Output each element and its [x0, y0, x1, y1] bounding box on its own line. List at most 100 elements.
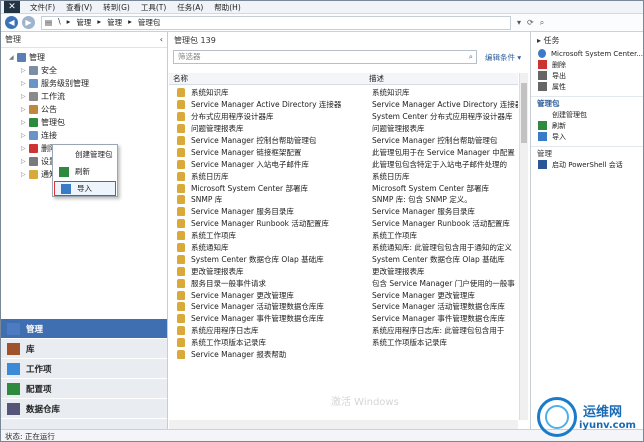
- wunderbar-button[interactable]: 配置项: [1, 379, 167, 399]
- context-menu-label: 导入: [77, 184, 92, 193]
- context-menu-item[interactable]: 创建管理包: [53, 147, 117, 162]
- table-row[interactable]: 系统工作项版本记录库 系统工作项版本记录库: [169, 337, 518, 349]
- expand-arrow-icon[interactable]: ◢: [9, 54, 17, 61]
- breadcrumb[interactable]: ▤ \ ▸ 管理 ▸ 管理 ▸ 管理包: [41, 15, 511, 30]
- row-name: 分布式应用程序设计器库: [191, 112, 274, 122]
- table-row[interactable]: Service Manager 入站电子邮件库 此管理包包含特定于入站电子邮件处理…: [169, 158, 518, 170]
- expand-arrow-icon[interactable]: ▷: [21, 106, 29, 113]
- context-menu-item[interactable]: 刷新: [53, 164, 117, 179]
- task-item[interactable]: 导出: [531, 70, 643, 81]
- row-description: 系统日历库: [372, 171, 410, 181]
- list-pane-header: 管理包 139: [169, 32, 528, 48]
- table-row[interactable]: System Center 数据仓库 Olap 基础库 System Center…: [169, 253, 518, 265]
- task-item[interactable]: 启动 PowerShell 会话: [531, 159, 643, 170]
- search-icon[interactable]: ⌕: [469, 51, 473, 63]
- table-row[interactable]: Service Manager 服务目录库 Service Manager 服务目…: [169, 206, 518, 218]
- tree-item[interactable]: ◢ 管理: [9, 51, 167, 64]
- tree-item[interactable]: ▷ 公告: [9, 103, 167, 116]
- table-row[interactable]: Service Manager Runbook 活动配置库 Service Man…: [169, 218, 518, 230]
- table-row[interactable]: Service Manager Active Directory 连接器 Serv…: [169, 99, 518, 111]
- task-label: 刷新: [552, 121, 566, 130]
- scrollbar-thumb[interactable]: [521, 83, 527, 143]
- table-row[interactable]: Service Manager 链接框架配置 此管理包用于在 Service Ma…: [169, 146, 518, 158]
- breadcrumb-item[interactable]: \: [58, 17, 61, 28]
- table-row[interactable]: Service Manager 事件管理数据仓库库 Service Manager…: [169, 313, 518, 325]
- wunderbar-button[interactable]: 工作项: [1, 359, 167, 379]
- table-row[interactable]: SNMP 库 SNMP 库: 包含 SNMP 定义。: [169, 194, 518, 206]
- menu-item-3[interactable]: 工具(T): [141, 2, 166, 13]
- forward-button[interactable]: ▶: [22, 16, 35, 29]
- vertical-scrollbar[interactable]: [519, 73, 528, 420]
- export-icon: [538, 71, 547, 80]
- dropdown-icon[interactable]: ▾: [517, 18, 521, 28]
- task-item[interactable]: 刷新: [531, 120, 643, 131]
- wunderbar-button[interactable]: 管理: [1, 319, 167, 339]
- expand-arrow-icon[interactable]: ▷: [21, 80, 29, 87]
- expand-arrow-icon[interactable]: ▷: [21, 119, 29, 126]
- menu-item-2[interactable]: 转到(G): [103, 2, 130, 13]
- expand-arrow-icon[interactable]: ▷: [21, 171, 29, 178]
- tree-item[interactable]: ▷ 服务级别管理: [9, 77, 167, 90]
- horizontal-scrollbar[interactable]: [169, 420, 518, 429]
- table-row[interactable]: Microsoft System Center 部署库 Microsoft Sys…: [169, 182, 518, 194]
- refresh-icon: [538, 121, 547, 130]
- expand-arrow-icon[interactable]: ▷: [21, 132, 29, 139]
- back-button[interactable]: ◀: [5, 16, 18, 29]
- table-row[interactable]: Service Manager 报表帮助: [169, 349, 518, 361]
- menu-item-0[interactable]: 文件(F): [30, 2, 55, 13]
- menu-item-1[interactable]: 查看(V): [66, 2, 92, 13]
- breadcrumb-item[interactable]: 管理包: [138, 17, 161, 28]
- table-row[interactable]: Service Manager 控制台帮助管理包 Service Manager …: [169, 135, 518, 147]
- table-row[interactable]: 服务目录一般事件请求 包含 Service Manager 门户使用的一般事: [169, 277, 518, 289]
- admin-icon: [17, 53, 26, 62]
- row-description: 系统应用程序日志库: 此管理包包含用于: [372, 326, 505, 336]
- task-item[interactable]: 属性: [531, 81, 643, 92]
- task-item[interactable]: 导入: [531, 131, 643, 142]
- menu-item-5[interactable]: 帮助(H): [214, 2, 241, 13]
- table-row[interactable]: 分布式应用程序设计器库 System Center 分布式应用程序设计器库: [169, 111, 518, 123]
- wunderbar-button[interactable]: 库: [1, 339, 167, 359]
- breadcrumb-item[interactable]: 管理: [107, 17, 122, 28]
- table-row[interactable]: 系统日历库 系统日历库: [169, 170, 518, 182]
- row-name: 服务目录一般事件请求: [191, 278, 266, 288]
- context-menu-item[interactable]: 导入: [54, 181, 116, 196]
- security-icon: [29, 66, 38, 75]
- table-row[interactable]: 系统通知库 系统通知库: 此管理包包含用于通知的定义: [169, 242, 518, 254]
- import-icon: [538, 132, 547, 141]
- breadcrumb-item[interactable]: 管理: [76, 17, 91, 28]
- table-row[interactable]: Service Manager 更改管理库 Service Manager 更改管…: [169, 289, 518, 301]
- table-row[interactable]: 系统应用程序日志库 系统应用程序日志库: 此管理包包含用于: [169, 325, 518, 337]
- expand-arrow-icon[interactable]: ▷: [21, 67, 29, 74]
- row-name: System Center 数据仓库 Olap 基础库: [191, 254, 324, 264]
- tasks-header: ▸ 任务: [531, 32, 643, 48]
- table-row[interactable]: Service Manager 活动管理数据仓库库 Service Manager…: [169, 301, 518, 313]
- edit-criteria-link[interactable]: 编辑条件 ▾: [485, 52, 521, 63]
- lock-icon: [177, 207, 185, 217]
- tree-item[interactable]: ▷ 工作流: [9, 90, 167, 103]
- search-icon[interactable]: ⌕: [540, 18, 544, 28]
- tree-item[interactable]: ▷ 管理包: [9, 116, 167, 129]
- table-row[interactable]: 更改管理报表库 更改管理报表库: [169, 265, 518, 277]
- expand-arrow-icon[interactable]: ▷: [21, 93, 29, 100]
- expand-arrow-icon[interactable]: ▷: [21, 145, 29, 152]
- menu-item-4[interactable]: 任务(A): [177, 2, 203, 13]
- wunderbar-button[interactable]: 数据仓库: [1, 399, 167, 419]
- task-item[interactable]: 创建管理包: [531, 109, 643, 120]
- workflow-icon: [29, 92, 38, 101]
- table-row[interactable]: 问题管理报表库 问题管理报表库: [169, 123, 518, 135]
- expand-arrow-icon[interactable]: ▷: [21, 158, 29, 165]
- collapse-icon[interactable]: ‹: [160, 35, 163, 44]
- lock-icon: [177, 243, 185, 253]
- tree-item[interactable]: ▷ 安全: [9, 64, 167, 77]
- column-description[interactable]: 描述: [369, 73, 509, 84]
- task-item[interactable]: 删除: [531, 59, 643, 70]
- column-name[interactable]: 名称: [169, 73, 369, 84]
- table-row[interactable]: 系统工作项库 系统工作项库: [169, 230, 518, 242]
- table-row[interactable]: 系统知识库 系统知识库: [169, 87, 518, 99]
- filter-input[interactable]: 筛选器 ⌕: [173, 50, 477, 64]
- refresh-icon[interactable]: ⟳: [527, 18, 534, 28]
- row-description: 系统工作项版本记录库: [372, 338, 448, 348]
- lock-icon: [177, 183, 185, 193]
- wunderbar-label: 库: [26, 344, 35, 355]
- tree-item[interactable]: ▷ 连接: [9, 129, 167, 142]
